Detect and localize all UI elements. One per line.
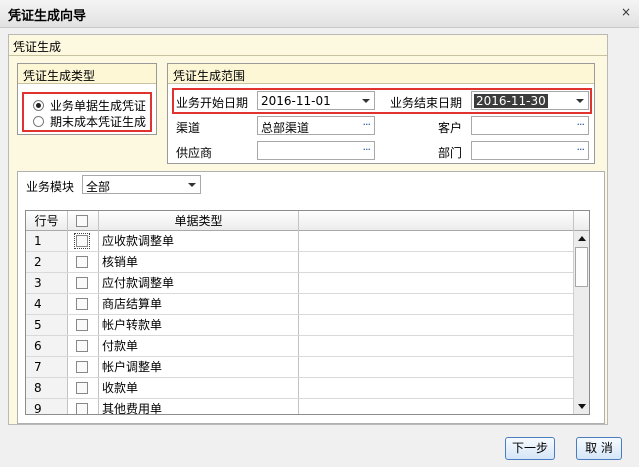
end-date-value: 2016-11-30 [474, 94, 548, 108]
table-row[interactable]: 7 帐户调整单 [26, 357, 574, 378]
ellipsis-icon[interactable]: ··· [577, 118, 585, 131]
scroll-up-icon[interactable] [578, 236, 586, 241]
row-doc-type: 收款单 [99, 378, 299, 398]
row-doc-type: 付款单 [99, 336, 299, 356]
supplier-field[interactable]: ··· [257, 141, 375, 160]
row-checkbox[interactable] [76, 382, 88, 394]
radio-business-doc[interactable] [33, 100, 44, 111]
row-number: 6 [26, 336, 68, 356]
scroll-down-icon[interactable] [578, 404, 586, 409]
row-doc-type: 帐户转款单 [99, 315, 299, 335]
panel-divider [9, 55, 607, 56]
next-button[interactable]: 下一步 [505, 437, 555, 460]
row-number: 4 [26, 294, 68, 314]
cancel-button[interactable]: 取 消 [576, 437, 622, 460]
row-number: 3 [26, 273, 68, 293]
scroll-thumb[interactable] [575, 247, 588, 287]
row-checkbox[interactable] [76, 298, 88, 310]
table-row[interactable]: 3 应付款调整单 [26, 273, 574, 294]
start-date-value: 2016-11-01 [261, 94, 331, 108]
row-doc-type: 应收款调整单 [99, 231, 299, 251]
department-label: 部门 [438, 146, 463, 160]
title-bar: 凭证生成向导 × [0, 0, 639, 28]
generation-type-header: 凭证生成类型 [18, 64, 156, 84]
chevron-down-icon[interactable] [362, 99, 370, 103]
row-checkbox-cell[interactable] [68, 273, 99, 293]
row-checkbox[interactable] [76, 277, 88, 289]
row-doc-type: 核销单 [99, 252, 299, 272]
ellipsis-icon[interactable]: ··· [577, 143, 585, 156]
chevron-down-icon[interactable] [576, 99, 584, 103]
generation-range-title: 凭证生成范围 [173, 69, 246, 83]
table-header: 行号 单据类型 [26, 211, 589, 231]
channel-field[interactable]: 总部渠道 ··· [257, 116, 375, 135]
row-doc-type: 商店结算单 [99, 294, 299, 314]
row-checkbox-cell[interactable] [68, 294, 99, 314]
channel-value: 总部渠道 [261, 121, 310, 135]
window-title: 凭证生成向导 [8, 9, 87, 24]
close-icon[interactable]: × [621, 5, 631, 19]
generation-type-group: 凭证生成类型 业务单据生成凭证 期末成本凭证生成 [17, 63, 157, 135]
radio-business-doc-label[interactable]: 业务单据生成凭证 [50, 97, 146, 114]
radio-period-cost-label[interactable]: 期末成本凭证生成 [50, 113, 146, 130]
row-checkbox-cell[interactable] [68, 231, 99, 251]
panel-title: 凭证生成 [13, 40, 62, 54]
table-row[interactable]: 6 付款单 [26, 336, 574, 357]
row-checkbox-cell[interactable] [68, 336, 99, 356]
customer-label: 客户 [438, 121, 463, 135]
department-field[interactable]: ··· [471, 141, 589, 160]
row-checkbox[interactable] [76, 361, 88, 373]
generation-type-title: 凭证生成类型 [23, 69, 96, 83]
radio-period-cost[interactable] [33, 116, 44, 127]
table-row[interactable]: 4 商店结算单 [26, 294, 574, 315]
row-number: 1 [26, 231, 68, 251]
chevron-down-icon[interactable] [188, 183, 196, 187]
row-checkbox[interactable] [76, 319, 88, 331]
select-all-checkbox[interactable] [76, 215, 88, 227]
row-checkbox[interactable] [76, 340, 88, 352]
row-checkbox[interactable] [74, 233, 90, 249]
customer-field[interactable]: ··· [471, 116, 589, 135]
table-row[interactable]: 9 其他费用单 [26, 399, 574, 414]
table-row[interactable]: 5 帐户转款单 [26, 315, 574, 336]
row-number: 8 [26, 378, 68, 398]
row-number: 7 [26, 357, 68, 377]
start-date-label: 业务开始日期 [176, 96, 249, 110]
table-row[interactable]: 1 应收款调整单 [26, 231, 574, 252]
row-checkbox[interactable] [76, 256, 88, 268]
table-row[interactable]: 2 核销单 [26, 252, 574, 273]
col-row-no: 行号 [26, 211, 68, 231]
col-blank [299, 211, 574, 231]
dialog-body: 凭证生成 凭证生成类型 业务单据生成凭证 期末成本凭证生成 凭证生成范围 业务开… [0, 28, 639, 467]
vertical-scrollbar[interactable] [573, 231, 589, 414]
row-doc-type: 帐户调整单 [99, 357, 299, 377]
module-select[interactable]: 全部 [82, 175, 201, 194]
row-checkbox-cell[interactable] [68, 378, 99, 398]
table-row[interactable]: 8 收款单 [26, 378, 574, 399]
generation-range-group: 凭证生成范围 业务开始日期 2016-11-01 业务结束日期 2016-11-… [167, 63, 595, 164]
ellipsis-icon[interactable]: ··· [363, 118, 371, 131]
row-checkbox[interactable] [76, 403, 88, 414]
col-select-all[interactable] [68, 211, 99, 231]
row-checkbox-cell[interactable] [68, 252, 99, 272]
row-doc-type: 应付款调整单 [99, 273, 299, 293]
end-date-label: 业务结束日期 [390, 96, 463, 110]
row-checkbox-cell[interactable] [68, 399, 99, 414]
supplier-label: 供应商 [176, 146, 213, 160]
channel-label: 渠道 [176, 121, 201, 135]
module-label: 业务模块 [26, 180, 75, 194]
row-number: 2 [26, 252, 68, 272]
row-number: 5 [26, 315, 68, 335]
ellipsis-icon[interactable]: ··· [363, 143, 371, 156]
row-number: 9 [26, 399, 68, 414]
row-checkbox-cell[interactable] [68, 315, 99, 335]
doc-type-table: 行号 单据类型 1 应收款调整单 2 核销单 3 应付款调整单 4 商店结算单 5 帐户转款单 6 付… [25, 210, 590, 415]
col-doc-type: 单据类型 [99, 211, 299, 231]
row-checkbox-cell[interactable] [68, 357, 99, 377]
end-date-picker[interactable]: 2016-11-30 [471, 91, 589, 110]
start-date-picker[interactable]: 2016-11-01 [257, 91, 375, 110]
module-value: 全部 [86, 180, 111, 194]
generation-range-header: 凭证生成范围 [168, 64, 594, 84]
row-doc-type: 其他费用单 [99, 399, 299, 414]
